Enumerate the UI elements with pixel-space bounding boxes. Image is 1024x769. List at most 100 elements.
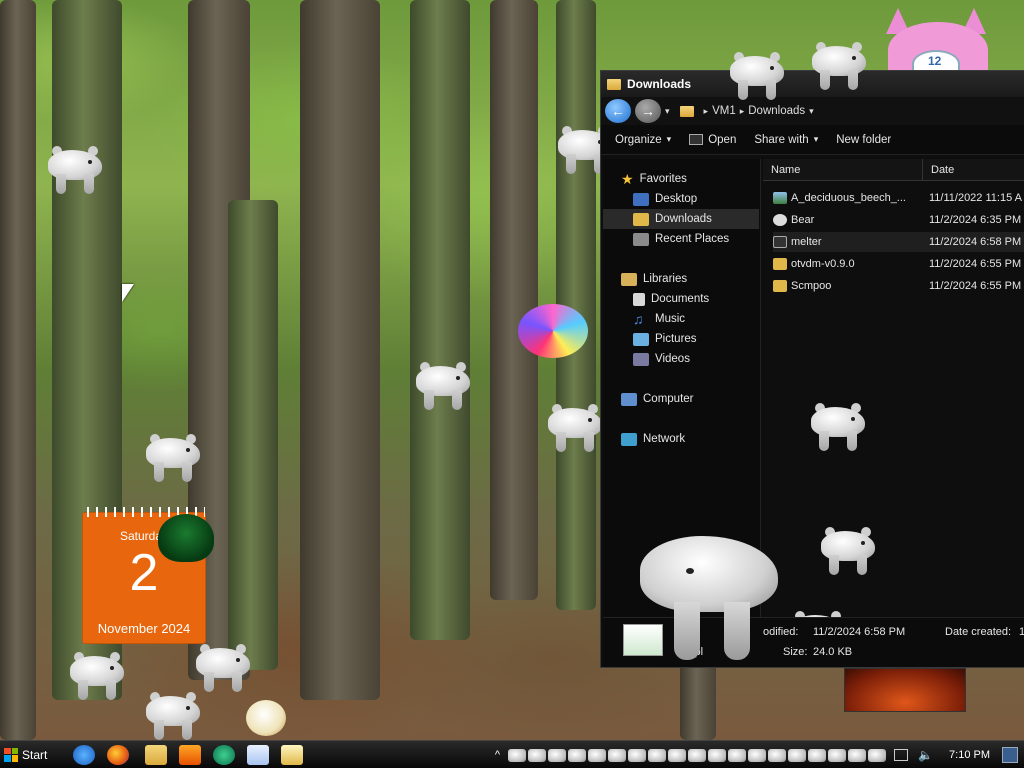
show-desktop-button[interactable] bbox=[1002, 747, 1018, 763]
bear-sprite[interactable] bbox=[726, 48, 786, 102]
internet-explorer-icon[interactable] bbox=[73, 744, 96, 765]
breadcrumb-vm1[interactable]: VM1 bbox=[712, 105, 736, 117]
bear-tray-icon[interactable] bbox=[748, 748, 767, 762]
bear-sprite[interactable] bbox=[192, 640, 252, 694]
bear-tray-icon[interactable] bbox=[668, 748, 687, 762]
column-name[interactable]: Name bbox=[763, 159, 923, 180]
share-with-button[interactable]: Share with ▾ bbox=[754, 134, 818, 146]
bear-sprite[interactable] bbox=[817, 523, 877, 577]
bear-tray-icon[interactable] bbox=[688, 748, 707, 762]
nav-documents[interactable]: Documents bbox=[603, 289, 759, 309]
bear-tray-icon[interactable] bbox=[788, 748, 807, 762]
green-globe-icon[interactable] bbox=[213, 744, 236, 765]
nav-libraries[interactable]: Libraries bbox=[603, 269, 759, 289]
star-icon: ★ bbox=[621, 170, 634, 187]
bear-tray-icon[interactable] bbox=[828, 748, 847, 762]
folder-icon bbox=[679, 105, 694, 117]
bear-tray-icon[interactable] bbox=[628, 748, 647, 762]
volume-muted-icon[interactable]: 🔈 bbox=[918, 748, 933, 762]
bear-sprite[interactable] bbox=[66, 648, 126, 702]
firefox-icon[interactable] bbox=[107, 744, 130, 765]
app-icon bbox=[689, 134, 704, 145]
file-row[interactable]: Bear 11/2/2024 6:35 PM bbox=[773, 210, 1024, 230]
bear-sprite[interactable] bbox=[142, 430, 202, 484]
videos-icon bbox=[633, 352, 649, 366]
bear-sprite[interactable] bbox=[808, 38, 868, 92]
chevron-down-icon[interactable]: ▾ bbox=[809, 106, 814, 117]
open-button[interactable]: Open bbox=[689, 134, 736, 146]
forward-button[interactable]: → bbox=[635, 99, 661, 123]
nav-music[interactable]: ♫ Music bbox=[603, 309, 759, 329]
alarm-clock-number: 12 bbox=[928, 54, 942, 68]
nav-network[interactable]: Network bbox=[603, 429, 759, 449]
bear-sprite[interactable] bbox=[807, 399, 867, 453]
network-tray-icon[interactable] bbox=[894, 749, 909, 761]
window-title: Downloads bbox=[627, 77, 692, 91]
bear-tray-icon[interactable] bbox=[528, 748, 547, 762]
nav-computer[interactable]: Computer bbox=[603, 389, 759, 409]
media-player-icon[interactable] bbox=[179, 744, 202, 765]
bear-tray-icon[interactable] bbox=[508, 748, 527, 762]
size-value: 24.0 KB bbox=[813, 646, 853, 658]
bear-sprite[interactable] bbox=[44, 142, 104, 196]
start-button[interactable]: Start bbox=[0, 741, 55, 768]
recent-pages-dropdown-icon[interactable]: ▾ bbox=[665, 106, 670, 117]
bear-tray-icon[interactable] bbox=[868, 748, 887, 762]
created-label: Date created: bbox=[945, 626, 1012, 638]
breadcrumb-downloads[interactable]: Downloads bbox=[748, 105, 805, 117]
bear-sprite[interactable] bbox=[412, 358, 472, 412]
modified-value: 11/2/2024 6:58 PM bbox=[813, 626, 906, 638]
paint-icon[interactable] bbox=[281, 744, 304, 765]
bear-tray-icon[interactable] bbox=[568, 748, 587, 762]
bear-tray-icon[interactable] bbox=[648, 748, 667, 762]
bear-tray-icon[interactable] bbox=[848, 748, 867, 762]
file-row[interactable]: otvdm-v0.9.0 11/2/2024 6:55 PM bbox=[773, 254, 1024, 274]
nav-favorites[interactable]: ★ Favorites bbox=[603, 169, 759, 189]
large-bear-sprite[interactable] bbox=[640, 526, 780, 662]
chevron-right-icon[interactable]: ▸ bbox=[704, 106, 709, 117]
bear-tray-icon[interactable] bbox=[728, 748, 747, 762]
folder-icon bbox=[607, 78, 621, 90]
new-folder-button[interactable]: New folder bbox=[836, 134, 891, 146]
computer-icon bbox=[621, 392, 637, 406]
clock[interactable]: 7:10 PM bbox=[949, 749, 990, 761]
taskbar: Start ^ 🔈 7:10 PM bbox=[0, 740, 1024, 768]
bear-tray-icon[interactable] bbox=[768, 748, 787, 762]
bear-tray-icon[interactable] bbox=[808, 748, 827, 762]
bear-sprite[interactable] bbox=[142, 688, 202, 740]
nav-desktop[interactable]: Desktop bbox=[603, 189, 759, 209]
nav-pictures[interactable]: Pictures bbox=[603, 329, 759, 349]
green-creature-icon[interactable] bbox=[158, 514, 214, 562]
alarm-clock-cat-gadget[interactable]: 12 bbox=[882, 8, 992, 78]
sheep-icon[interactable] bbox=[246, 700, 286, 736]
folder-icon bbox=[773, 258, 787, 270]
notepad-icon[interactable] bbox=[247, 744, 270, 765]
organize-button[interactable]: Organize ▾ bbox=[615, 134, 671, 146]
file-explorer-icon[interactable] bbox=[145, 744, 168, 765]
bear-tray-icon[interactable] bbox=[588, 748, 607, 762]
file-row[interactable]: A_deciduous_beech_... 11/11/2022 11:15 A bbox=[773, 188, 1024, 208]
show-hidden-icons-button[interactable]: ^ bbox=[495, 749, 500, 761]
chevron-right-icon[interactable]: ▸ bbox=[740, 106, 745, 117]
bear-sprite[interactable] bbox=[544, 400, 604, 454]
tree-trunk bbox=[490, 0, 538, 600]
bear-tray-icon[interactable] bbox=[708, 748, 727, 762]
column-date[interactable]: Date bbox=[923, 159, 1024, 180]
back-button[interactable]: ← bbox=[605, 99, 631, 123]
bear-tray-icon[interactable] bbox=[548, 748, 567, 762]
nav-downloads[interactable]: Downloads bbox=[603, 209, 759, 229]
chevron-down-icon: ▾ bbox=[813, 134, 819, 144]
chevron-down-icon: ▾ bbox=[666, 134, 672, 144]
file-row[interactable]: melter 11/2/2024 6:58 PM bbox=[773, 232, 1024, 252]
nav-recent-places[interactable]: Recent Places bbox=[603, 229, 759, 249]
tree-trunk bbox=[0, 0, 36, 740]
column-headers: Name Date bbox=[763, 159, 1024, 181]
nav-videos[interactable]: Videos bbox=[603, 349, 759, 369]
bear-tray-icon[interactable] bbox=[608, 748, 627, 762]
tree-trunk bbox=[410, 0, 470, 640]
address-bar: ← → ▾ ▸ VM1 ▸ Downloads ▾ bbox=[601, 97, 1024, 125]
desktop-icon bbox=[633, 192, 649, 206]
melter-blob-icon bbox=[518, 304, 588, 358]
file-row[interactable]: Scmpoo 11/2/2024 6:55 PM bbox=[773, 276, 1024, 296]
tree-trunk bbox=[228, 200, 278, 670]
